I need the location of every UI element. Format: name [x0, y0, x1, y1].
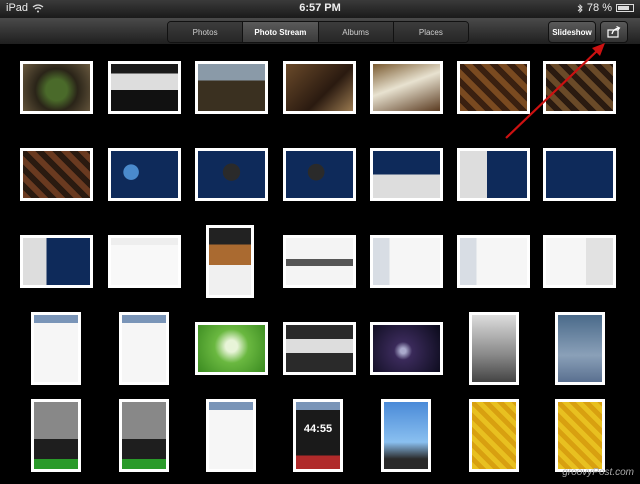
photo-thumbnail[interactable] — [543, 235, 616, 288]
battery-percent: 78 % — [586, 2, 612, 14]
view-segmented-control: Photos Photo Stream Albums Places — [167, 21, 469, 43]
photo-thumbnail[interactable] — [370, 61, 443, 114]
share-icon — [607, 26, 621, 38]
photo-thumbnail[interactable] — [370, 148, 443, 201]
photo-thumbnail[interactable] — [283, 148, 356, 201]
photo-thumbnail[interactable] — [469, 312, 519, 385]
photo-thumbnail[interactable] — [457, 61, 530, 114]
battery-fill — [618, 6, 629, 10]
photo-thumbnail[interactable] — [555, 312, 605, 385]
status-bar: iPad 6:57 PM 78 % — [0, 0, 640, 18]
photo-thumbnail[interactable] — [283, 322, 356, 375]
photo-thumbnail[interactable] — [457, 235, 530, 288]
bluetooth-icon — [577, 3, 583, 13]
slideshow-button[interactable]: Slideshow — [548, 21, 596, 43]
tab-photo-stream[interactable]: Photo Stream — [243, 22, 319, 42]
photo-thumbnail[interactable] — [283, 235, 356, 288]
photo-thumbnail[interactable] — [108, 148, 181, 201]
tab-places[interactable]: Places — [393, 22, 468, 42]
photo-thumbnail[interactable] — [195, 148, 268, 201]
toolbar: Photos Photo Stream Albums Places Slides… — [0, 18, 640, 45]
photo-thumbnail[interactable] — [370, 235, 443, 288]
timer-readout: 44:55 — [303, 423, 333, 435]
photo-thumbnail[interactable] — [195, 61, 268, 114]
photo-thumbnail[interactable] — [543, 148, 616, 201]
photo-thumbnail[interactable] — [31, 399, 81, 472]
status-clock: 6:57 PM — [299, 2, 341, 14]
status-right: 78 % — [577, 2, 634, 14]
photo-thumbnail[interactable] — [469, 399, 519, 472]
tab-photos[interactable]: Photos — [168, 22, 244, 42]
photo-thumbnail[interactable] — [119, 399, 169, 472]
photo-thumbnail[interactable] — [108, 61, 181, 114]
photo-thumbnail[interactable] — [206, 399, 256, 472]
photo-thumbnail[interactable]: 44:55 — [293, 399, 343, 472]
watermark: groovyPost.com — [562, 467, 634, 478]
photo-thumbnail[interactable] — [20, 61, 93, 114]
photo-thumbnail[interactable] — [370, 322, 443, 375]
photo-thumbnail[interactable] — [20, 235, 93, 288]
photo-thumbnail[interactable] — [206, 225, 254, 298]
photo-thumbnail[interactable] — [283, 61, 356, 114]
photo-thumbnail[interactable] — [20, 148, 93, 201]
photo-thumbnail[interactable] — [555, 399, 605, 472]
photo-grid: 44:55 — [0, 44, 640, 484]
tab-albums[interactable]: Albums — [318, 22, 394, 42]
photo-thumbnail[interactable] — [543, 61, 616, 114]
photo-thumbnail[interactable] — [31, 312, 81, 385]
share-button[interactable] — [600, 21, 628, 43]
photo-thumbnail[interactable] — [108, 235, 181, 288]
photo-thumbnail[interactable] — [381, 399, 431, 472]
photo-thumbnail[interactable] — [119, 312, 169, 385]
photo-thumbnail[interactable] — [195, 322, 268, 375]
battery-icon — [616, 4, 634, 12]
photo-thumbnail[interactable] — [457, 148, 530, 201]
